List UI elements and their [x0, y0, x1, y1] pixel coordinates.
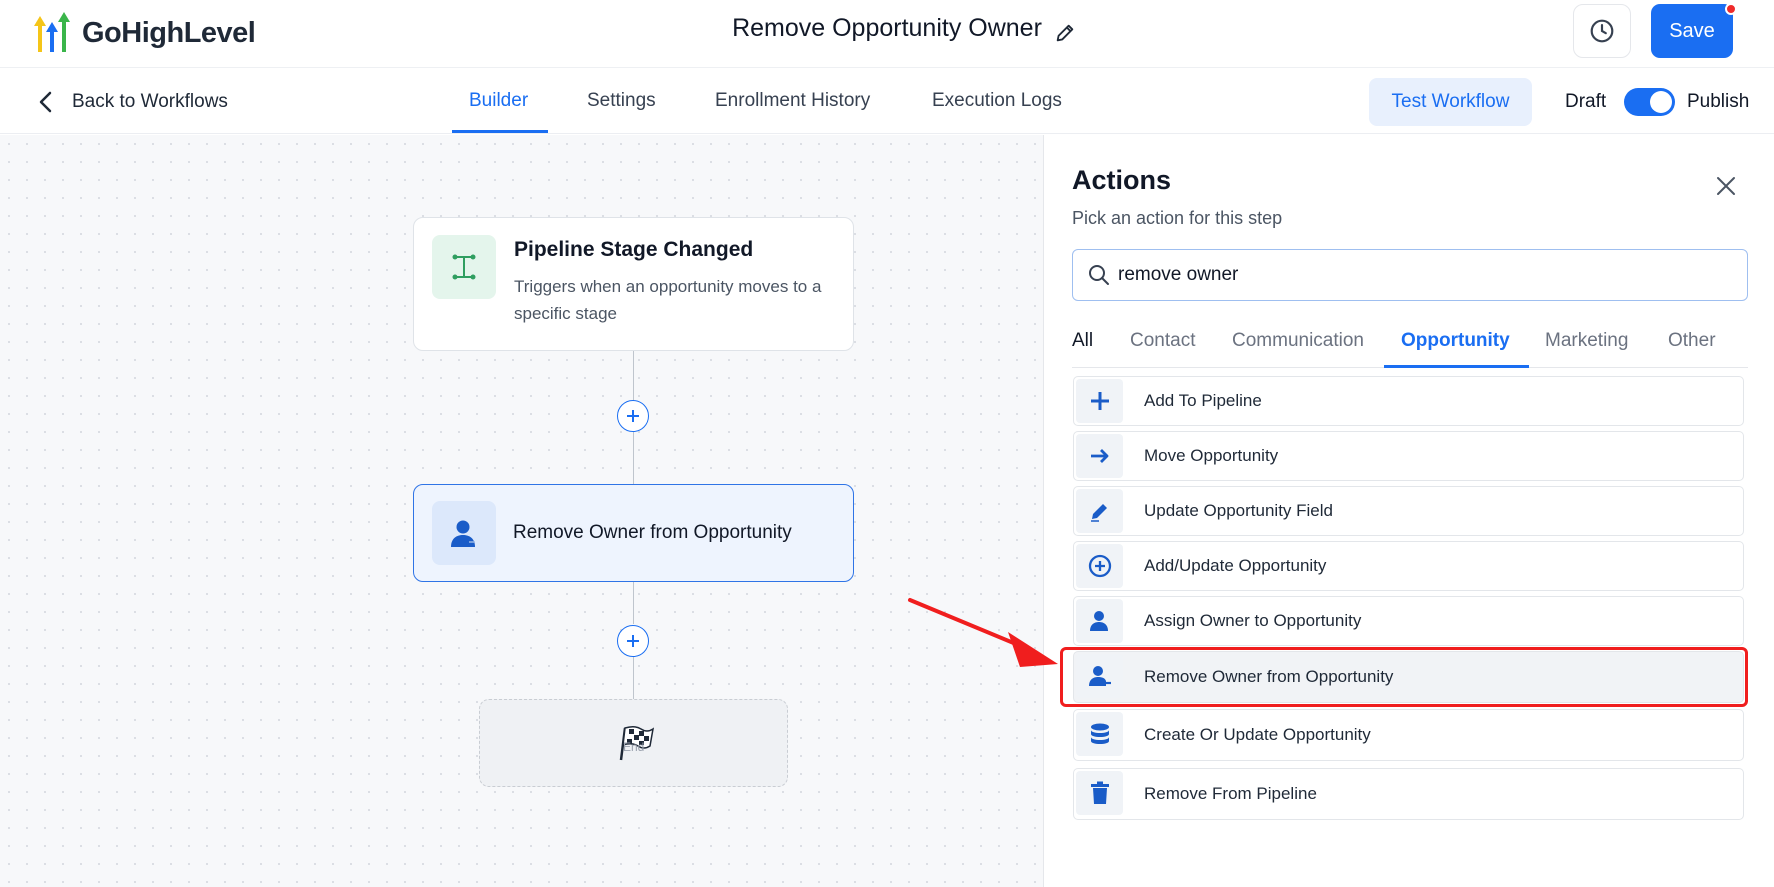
action-node[interactable]: Remove Owner from Opportunity	[413, 484, 854, 582]
category-tab-all[interactable]: All	[1072, 330, 1093, 352]
database-icon	[1076, 712, 1123, 756]
logo[interactable]: GoHighLevel	[30, 10, 256, 56]
add-step-button[interactable]	[617, 625, 649, 657]
action-item-update-opportunity-field[interactable]: Update Opportunity Field	[1073, 486, 1744, 536]
end-label: End	[623, 740, 645, 754]
trigger-title: Pipeline Stage Changed	[514, 238, 754, 261]
action-item-label: Assign Owner to Opportunity	[1144, 611, 1362, 630]
action-item-remove-from-pipeline[interactable]: Remove From Pipeline	[1073, 768, 1744, 820]
category-tab-other[interactable]: Other	[1668, 330, 1716, 352]
category-tab-communication[interactable]: Communication	[1232, 330, 1364, 352]
back-to-workflows-link[interactable]: Back to Workflows	[36, 90, 228, 114]
top-header: GoHighLevel Remove Opportunity Owner Sav…	[0, 0, 1774, 68]
tab-enrollment-history[interactable]: Enrollment History	[715, 90, 870, 112]
action-search[interactable]	[1072, 249, 1748, 301]
pipeline-icon	[432, 235, 496, 299]
plus-icon	[627, 635, 639, 647]
pencil-icon[interactable]	[1054, 22, 1076, 44]
action-item-add-to-pipeline[interactable]: Add To Pipeline	[1073, 376, 1744, 426]
draft-label: Draft	[1565, 91, 1607, 112]
action-item-label: Add To Pipeline	[1144, 391, 1262, 410]
panel-subtitle: Pick an action for this step	[1072, 208, 1283, 228]
highlight-box	[1060, 647, 1748, 707]
plus-icon	[627, 410, 639, 422]
annotation-arrow-icon	[908, 598, 1058, 667]
workflow-nav: Back to Workflows Builder Settings Enrol…	[0, 68, 1774, 134]
category-tab-opportunity[interactable]: Opportunity	[1401, 330, 1510, 352]
plus-icon	[1076, 379, 1123, 423]
active-tab-indicator	[452, 130, 548, 133]
clock-icon	[1590, 19, 1614, 43]
back-label: Back to Workflows	[72, 91, 228, 112]
action-item-assign-owner[interactable]: Assign Owner to Opportunity	[1073, 596, 1744, 646]
action-item-label: Move Opportunity	[1144, 446, 1279, 465]
logo-arrows-icon	[34, 12, 70, 52]
user-icon	[432, 501, 496, 565]
search-icon	[1089, 265, 1109, 285]
action-item-label: Remove From Pipeline	[1144, 784, 1317, 803]
save-button[interactable]: Save	[1651, 4, 1733, 58]
action-item-label: Update Opportunity Field	[1144, 501, 1333, 520]
connector-line	[633, 657, 634, 699]
plus-circle-icon	[1076, 544, 1123, 588]
panel-title: Actions	[1072, 165, 1172, 195]
action-item-label: Create Or Update Opportunity	[1144, 725, 1371, 744]
tab-builder[interactable]: Builder	[469, 90, 528, 112]
trigger-node[interactable]: Pipeline Stage Changed Triggers when an …	[413, 217, 854, 351]
close-icon[interactable]	[1715, 175, 1737, 197]
connector-line	[633, 432, 634, 484]
action-node-title: Remove Owner from Opportunity	[513, 522, 792, 543]
action-item-move-opportunity[interactable]: Move Opportunity	[1073, 431, 1744, 481]
pencil-icon	[1076, 489, 1123, 533]
tab-execution-logs[interactable]: Execution Logs	[932, 90, 1062, 112]
user-icon	[1076, 599, 1123, 643]
publish-toggle[interactable]	[1624, 88, 1675, 116]
connector-line	[633, 351, 634, 403]
category-tab-contact[interactable]: Contact	[1130, 330, 1195, 352]
category-tab-marketing[interactable]: Marketing	[1545, 330, 1628, 352]
add-step-button[interactable]	[617, 400, 649, 432]
search-input[interactable]	[1118, 260, 1718, 290]
end-node: End	[479, 699, 788, 787]
toggle-knob	[1650, 91, 1672, 113]
publish-label: Publish	[1687, 91, 1750, 112]
action-item-create-or-update-opportunity[interactable]: Create Or Update Opportunity	[1073, 709, 1744, 761]
trigger-description: Triggers when an opportunity moves to a …	[514, 277, 822, 323]
action-item-add-update-opportunity[interactable]: Add/Update Opportunity	[1073, 541, 1744, 591]
actions-panel: Actions Pick an action for this step All…	[1043, 135, 1774, 887]
chevron-left-icon	[39, 91, 52, 113]
connector-line	[633, 582, 634, 624]
tab-settings[interactable]: Settings	[587, 90, 656, 112]
title-wrap: Remove Opportunity Owner	[0, 14, 1774, 43]
history-button[interactable]	[1573, 4, 1631, 58]
notification-dot	[1725, 3, 1737, 15]
trash-icon	[1076, 771, 1123, 815]
logo-text: GoHighLevel	[82, 16, 256, 49]
active-category-indicator	[1384, 365, 1529, 368]
test-workflow-button[interactable]: Test Workflow	[1369, 78, 1532, 126]
arrow-right-icon	[1076, 434, 1123, 478]
action-item-label: Add/Update Opportunity	[1144, 556, 1327, 575]
workflow-title[interactable]: Remove Opportunity Owner	[732, 14, 1042, 43]
